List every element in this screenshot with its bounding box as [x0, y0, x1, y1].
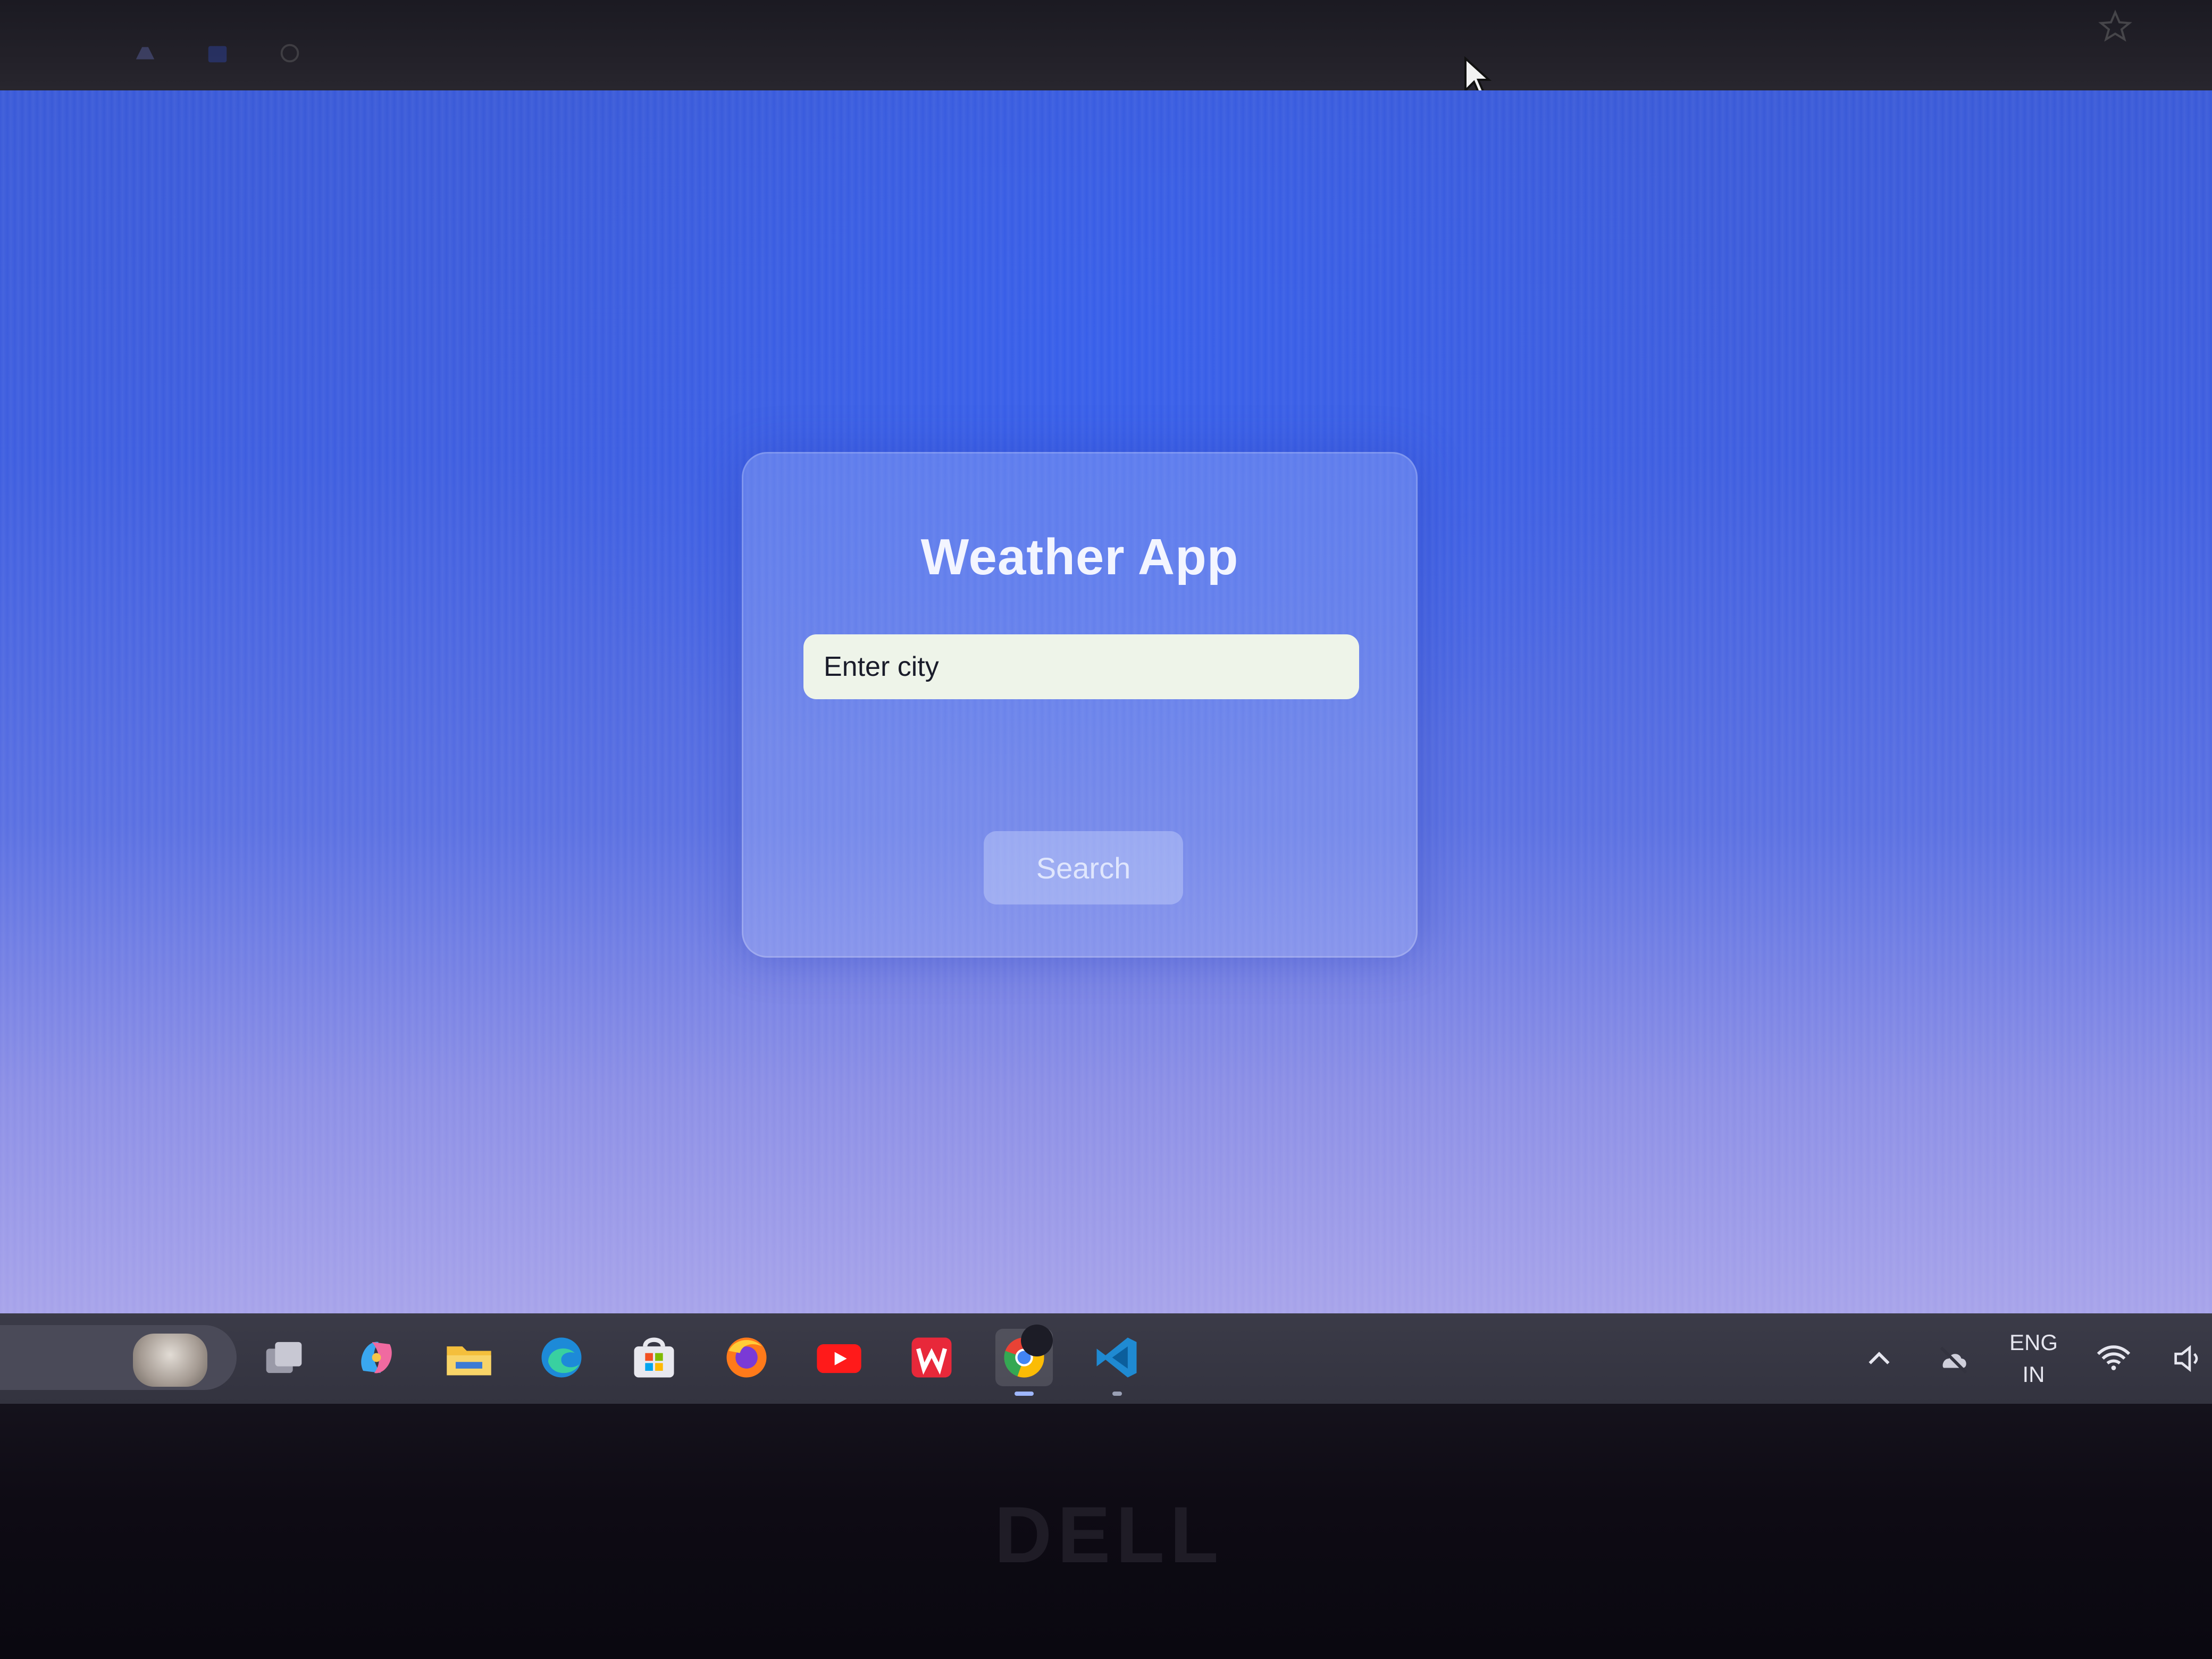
language-primary: ENG — [2009, 1330, 2058, 1355]
bookmarks-bar — [0, 21, 2207, 85]
vscode-icon[interactable] — [1088, 1329, 1145, 1396]
microsoft-store-icon[interactable] — [625, 1329, 683, 1386]
weather-card: Weather App Search — [742, 452, 1418, 958]
bookmark-star-icon[interactable] — [2098, 10, 2132, 44]
browser-chrome — [0, 0, 2212, 101]
edge-icon[interactable] — [533, 1329, 590, 1386]
bookmark-item[interactable] — [133, 41, 157, 65]
laptop-bezel: DELL — [0, 1404, 2212, 1659]
copilot-icon[interactable] — [348, 1329, 405, 1386]
bookmark-item[interactable] — [205, 41, 230, 65]
language-indicator[interactable]: ENG IN — [2009, 1327, 2058, 1390]
link-icon — [280, 44, 299, 63]
app-viewport: Weather App Search — [0, 90, 2212, 1313]
language-secondary: IN — [2022, 1362, 2045, 1387]
running-indicator — [1112, 1392, 1122, 1396]
bookmark-item[interactable] — [278, 41, 302, 65]
task-view-icon[interactable] — [255, 1329, 313, 1386]
youtube-icon[interactable] — [810, 1329, 868, 1386]
running-indicator — [1015, 1392, 1034, 1396]
chrome-icon[interactable] — [995, 1325, 1053, 1396]
volume-icon[interactable] — [2169, 1340, 2207, 1377]
calendar-icon — [208, 46, 227, 63]
chevron-up-icon[interactable] — [1861, 1340, 1898, 1377]
cloud-off-icon[interactable] — [1935, 1340, 1972, 1377]
avatar[interactable] — [133, 1334, 207, 1387]
search-button[interactable]: Search — [984, 831, 1183, 904]
brand-logo: DELL — [994, 1490, 1224, 1579]
taskbar: ENG IN — [0, 1313, 2212, 1404]
notification-badge — [1021, 1325, 1053, 1356]
city-input[interactable] — [803, 634, 1359, 699]
page-title: Weather App — [920, 529, 1239, 585]
taskbar-apps — [255, 1323, 1145, 1396]
system-tray: ENG IN — [1861, 1324, 2212, 1393]
wps-office-icon[interactable] — [903, 1329, 960, 1386]
firefox-icon[interactable] — [718, 1329, 775, 1386]
wifi-icon[interactable] — [2095, 1340, 2132, 1377]
file-explorer-icon[interactable] — [440, 1329, 498, 1386]
drive-icon — [136, 47, 155, 60]
